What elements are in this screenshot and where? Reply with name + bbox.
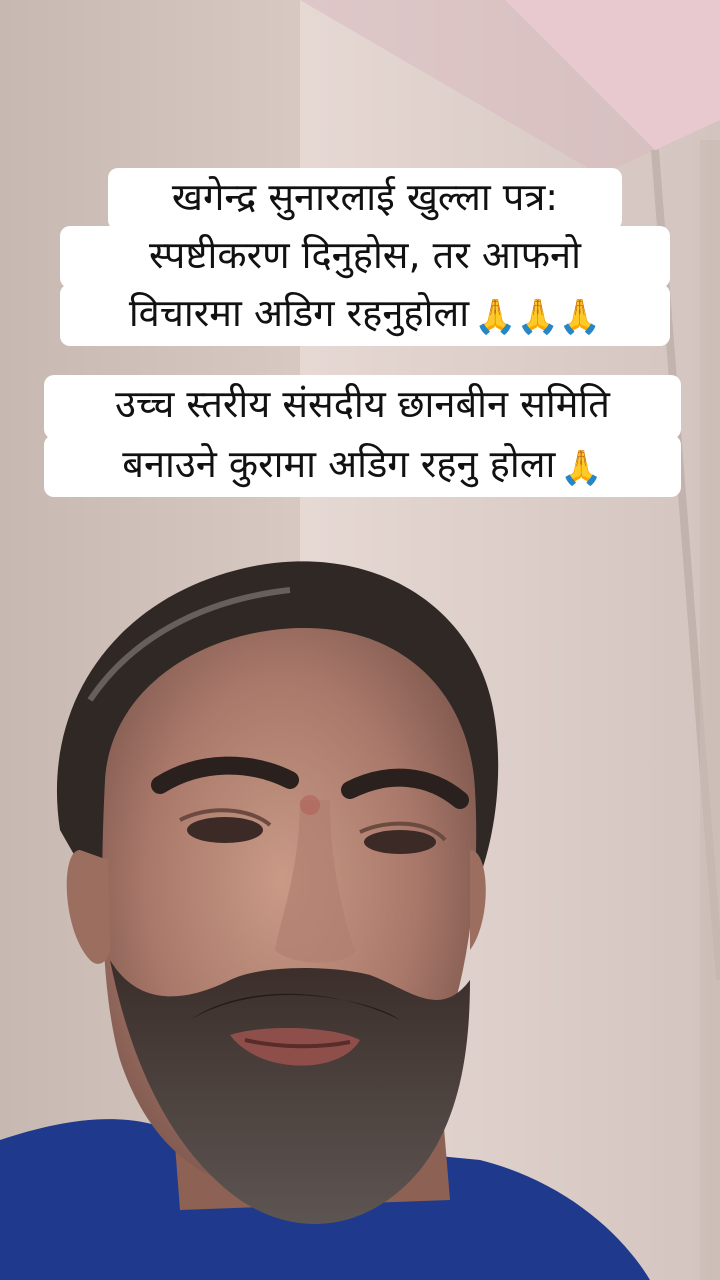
- caption-secondary-line-1: उच्च स्तरीय संसदीय छानबीन समिति: [44, 375, 681, 439]
- folded-hands-emoji-icon: 🙏🙏🙏: [474, 297, 602, 337]
- caption-primary-line-1: खगेन्द्र सुनारलाई खुल्ला पत्र:: [108, 168, 622, 230]
- folded-hands-emoji-icon: 🙏: [560, 448, 603, 488]
- caption-primary-line-3-text: विचारमा अडिग रहनुहोला: [128, 291, 470, 335]
- video-frame: खगेन्द्र सुनारलाई खुल्ला पत्र: स्पष्टीकर…: [0, 0, 720, 1280]
- caption-primary-line-2-text: स्पष्टीकरण दिनुहोस, तर आफनो: [148, 233, 581, 277]
- caption-secondary-line-2: बनाउने कुरामा अडिग रहनु होला 🙏: [44, 435, 681, 497]
- caption-primary-line-2: स्पष्टीकरण दिनुहोस, तर आफनो: [60, 226, 670, 288]
- caption-secondary-line-1-text: उच्च स्तरीय संसदीय छानबीन समिति: [115, 382, 610, 426]
- caption-primary-line-3: विचारमा अडिग रहनुहोला 🙏🙏🙏: [60, 284, 670, 346]
- caption-secondary-line-2-text: बनाउने कुरामा अडिग रहनु होला: [122, 442, 556, 486]
- caption-primary-line-1-text: खगेन्द्र सुनारलाई खुल्ला पत्र:: [171, 175, 559, 219]
